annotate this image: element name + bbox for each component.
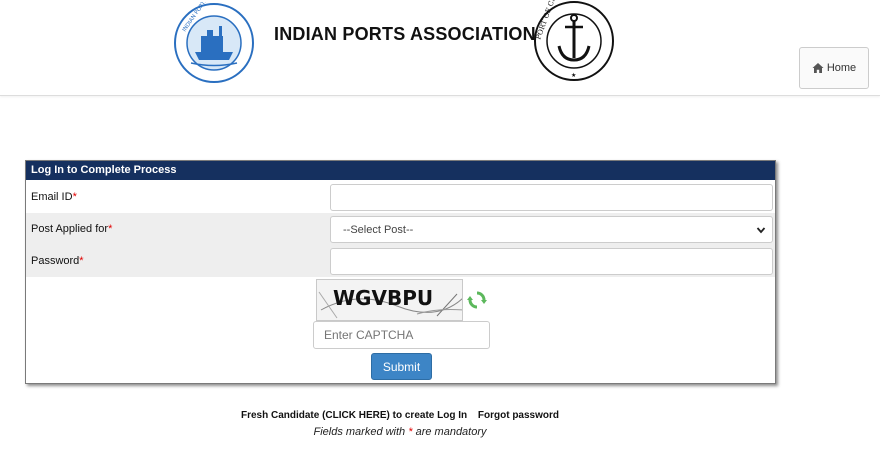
site-header: INDIAN PORTS ASSOCIATION INDIAN PORTS AS…	[0, 0, 880, 96]
captcha-image: WGVBPU	[316, 279, 463, 321]
required-mark: *	[108, 223, 113, 235]
captcha-input[interactable]	[313, 321, 490, 349]
required-mark: *	[72, 191, 77, 203]
footer-links: Fresh Candidate (CLICK HERE) to create L…	[0, 410, 800, 421]
post-label: Post Applied for*	[31, 223, 113, 235]
org-title: INDIAN PORTS ASSOCIATION	[274, 24, 536, 44]
home-button[interactable]: Home	[799, 47, 869, 89]
home-button-label: Home	[826, 62, 857, 74]
login-panel: Log In to Complete Process Email ID* Pos…	[25, 160, 776, 384]
required-mark: *	[79, 255, 84, 267]
password-field[interactable]	[330, 248, 773, 275]
port-of-chennai-logo: PORT OF CHENNAI ★	[534, 0, 614, 81]
fresh-candidate-link[interactable]: Fresh Candidate (CLICK HERE) to create L…	[241, 410, 467, 421]
login-panel-title: Log In to Complete Process	[26, 161, 775, 180]
refresh-icon[interactable]	[467, 290, 487, 310]
forgot-password-link[interactable]: Forgot password	[478, 410, 559, 421]
email-row: Email ID*	[26, 181, 775, 213]
password-row: Password*	[26, 245, 775, 277]
mandatory-note: Fields marked with * are mandatory	[313, 426, 487, 438]
svg-text:★: ★	[571, 72, 576, 79]
email-field[interactable]	[330, 184, 773, 211]
email-label: Email ID*	[31, 191, 77, 203]
captcha-code: WGVBPU	[333, 286, 434, 310]
post-row: Post Applied for* --Select Post--	[26, 213, 775, 245]
post-select-value: --Select Post--	[343, 223, 414, 236]
post-select[interactable]: --Select Post--	[330, 216, 773, 243]
indian-ports-association-logo: INDIAN PORTS ASSOCIATION	[174, 2, 254, 83]
submit-button[interactable]: Submit	[371, 353, 432, 380]
chevron-down-icon	[756, 227, 766, 234]
home-icon	[812, 63, 824, 73]
password-label: Password*	[31, 255, 84, 267]
